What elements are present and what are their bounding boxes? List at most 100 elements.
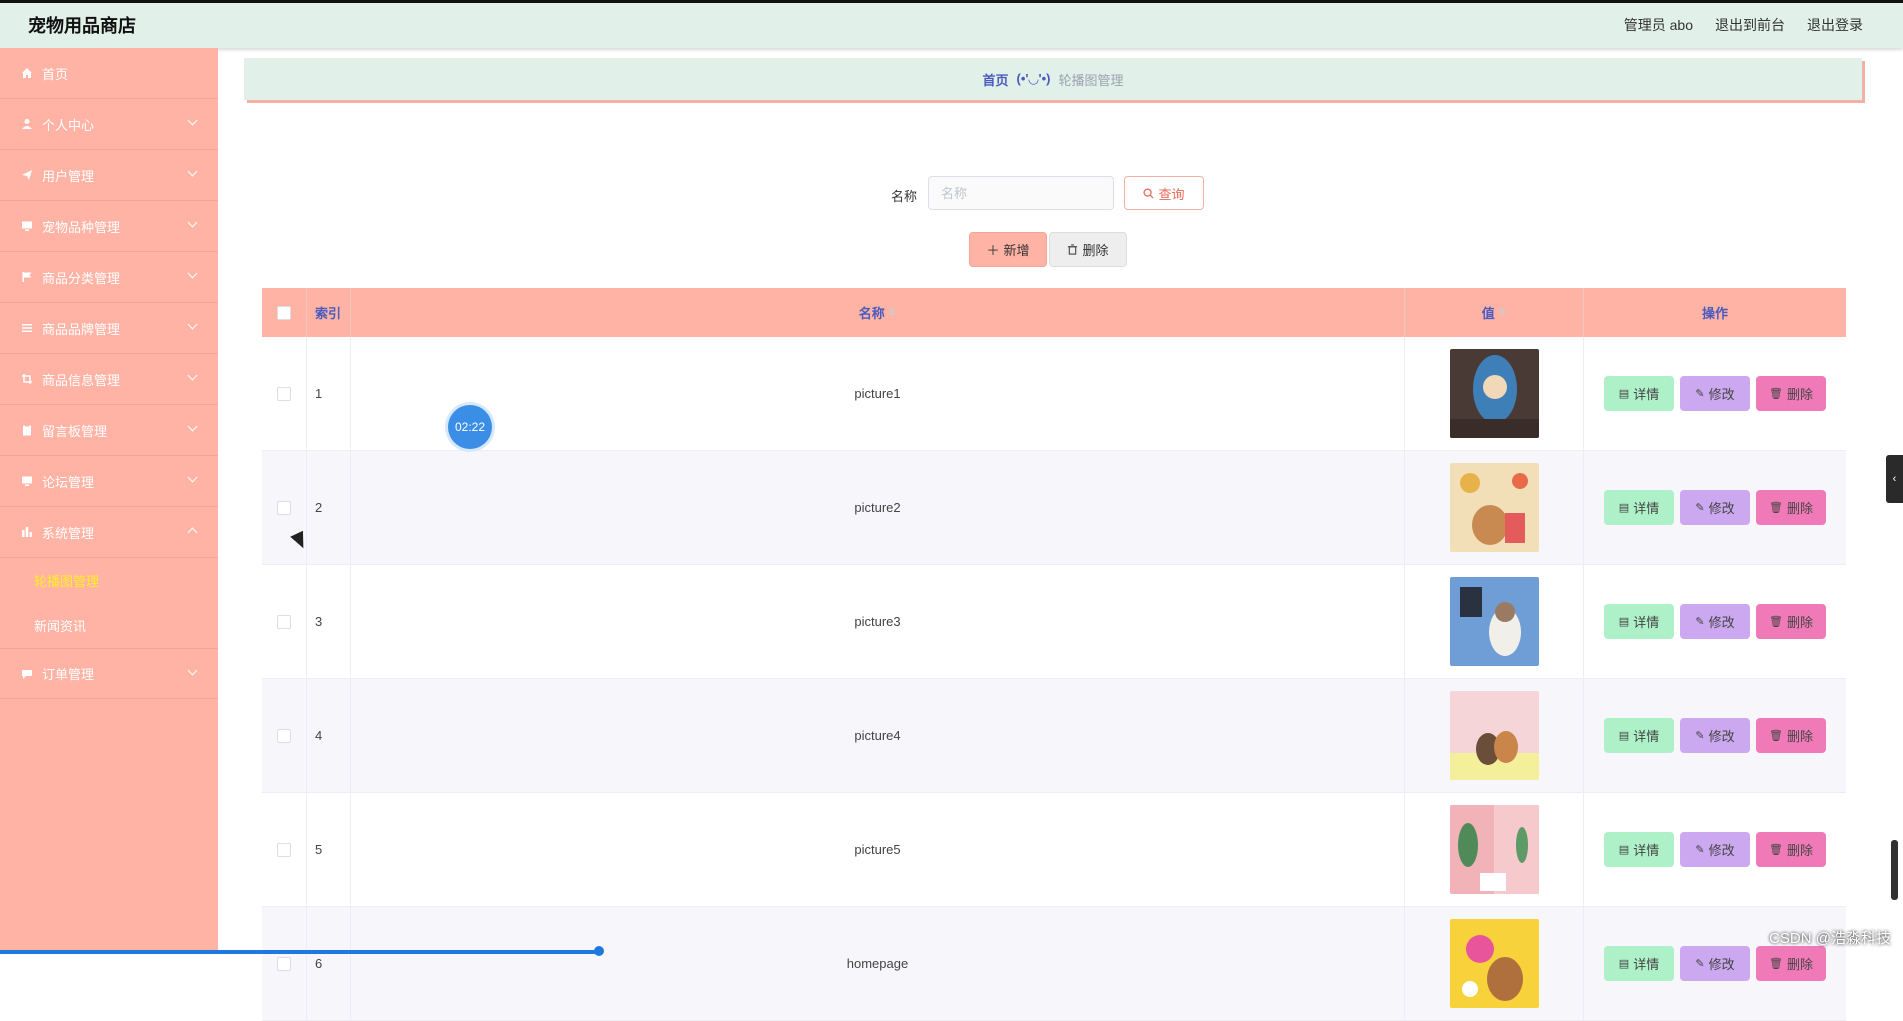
header-name-label: 名称 <box>858 306 885 321</box>
table-row: 4 picture4 ▤ 详情 ✎ 修改 🗑 删除 <box>262 679 1846 793</box>
delete-label: 删除 <box>1786 387 1813 402</box>
sidebar-item-system[interactable]: 系统管理 <box>0 507 218 558</box>
delete-label: 删除 <box>1786 501 1813 516</box>
table-row: 6 homepage ▤ 详情 ✎ 修改 🗑 删除 <box>262 907 1846 1021</box>
sort-icon[interactable]: ⇅ <box>889 307 897 318</box>
edit-label: 修改 <box>1708 501 1735 516</box>
user-icon <box>20 117 34 131</box>
edit-button[interactable]: ✎ 修改 <box>1680 946 1750 981</box>
detail-button[interactable]: ▤ 详情 <box>1604 376 1674 411</box>
header-value[interactable]: 值 ⇅ <box>1405 288 1584 337</box>
add-button-label: 新增 <box>1003 243 1030 258</box>
sidebar-item-forum[interactable]: 论坛管理 <box>0 456 218 507</box>
delete-button[interactable]: 🗑 删除 <box>1756 376 1826 411</box>
row-ops: ▤ 详情 ✎ 修改 🗑 删除 <box>1584 793 1846 906</box>
row-name: picture3 <box>351 565 1405 678</box>
row-checkbox[interactable] <box>277 842 291 857</box>
delete-button[interactable]: 🗑 删除 <box>1756 718 1826 753</box>
recording-timer: 02:22 <box>448 405 492 449</box>
edit-button[interactable]: ✎ 修改 <box>1680 832 1750 867</box>
batch-delete-label: 删除 <box>1082 243 1109 258</box>
sidebar-subitem-news[interactable]: 新闻资讯 <box>0 603 218 648</box>
row-index: 3 <box>307 565 351 678</box>
row-name: picture1 <box>351 337 1405 450</box>
sidebar-item-categories[interactable]: 商品分类管理 <box>0 252 218 303</box>
detail-button[interactable]: ▤ 详情 <box>1604 604 1674 639</box>
header-ops-label: 操作 <box>1701 306 1728 321</box>
chevron-down-icon <box>187 166 198 177</box>
row-checkbox[interactable] <box>277 614 291 629</box>
detail-button[interactable]: ▤ 详情 <box>1604 718 1674 753</box>
row-checkbox[interactable] <box>277 956 291 971</box>
sidebar-item-label: 商品品牌管理 <box>42 321 121 337</box>
vertical-scrollbar[interactable] <box>1891 840 1898 900</box>
home-icon <box>20 66 34 80</box>
breadcrumb-current: 轮播图管理 <box>1058 72 1124 88</box>
sidebar-item-profile[interactable]: 个人中心 <box>0 99 218 150</box>
edit-button[interactable]: ✎ 修改 <box>1680 718 1750 753</box>
row-index: 4 <box>307 679 351 792</box>
edit-button[interactable]: ✎ 修改 <box>1680 604 1750 639</box>
row-ops: ▤ 详情 ✎ 修改 🗑 删除 <box>1584 451 1846 564</box>
row-checkbox[interactable] <box>277 386 291 401</box>
document-icon: ▤ <box>1618 958 1630 970</box>
sidebar-item-orders[interactable]: 订单管理 <box>0 648 218 699</box>
header-name[interactable]: 名称 ⇅ <box>351 288 1405 337</box>
select-all-checkbox[interactable] <box>277 305 291 320</box>
edit-button[interactable]: ✎ 修改 <box>1680 376 1750 411</box>
sidebar-item-products[interactable]: 商品信息管理 <box>0 354 218 405</box>
search-form: 名称 查询 <box>244 176 1862 212</box>
sidebar-item-pet-breeds[interactable]: 宠物品种管理 <box>0 201 218 252</box>
delete-button[interactable]: 🗑 删除 <box>1756 946 1826 981</box>
delete-button[interactable]: 🗑 删除 <box>1756 604 1826 639</box>
header-value-label: 值 <box>1481 306 1495 321</box>
back-to-front-link[interactable]: 退出到前台 <box>1715 15 1785 35</box>
sidebar-item-users[interactable]: 用户管理 <box>0 150 218 201</box>
crop-icon <box>20 372 34 386</box>
breadcrumb: 首页 (•'◡'•) 轮播图管理 <box>244 58 1862 100</box>
delete-label: 删除 <box>1786 615 1813 630</box>
detail-button[interactable]: ▤ 详情 <box>1604 490 1674 525</box>
edit-icon: ✎ <box>1695 730 1705 742</box>
row-checkbox[interactable] <box>277 728 291 743</box>
video-progress-handle[interactable] <box>594 946 604 956</box>
sidebar-item-label: 商品信息管理 <box>42 372 121 388</box>
detail-button[interactable]: ▤ 详情 <box>1604 832 1674 867</box>
row-value <box>1405 565 1584 678</box>
video-progress-bar[interactable] <box>0 950 600 954</box>
chevron-down-icon <box>187 472 198 483</box>
monitor-icon <box>20 219 34 233</box>
row-checkbox[interactable] <box>277 500 291 515</box>
row-ops: ▤ 详情 ✎ 修改 🗑 删除 <box>1584 679 1846 792</box>
chart-icon <box>20 525 34 539</box>
detail-button[interactable]: ▤ 详情 <box>1604 946 1674 981</box>
row-name: picture2 <box>351 451 1405 564</box>
row-name: picture4 <box>351 679 1405 792</box>
monitor-icon <box>20 474 34 488</box>
delete-button[interactable]: 🗑 删除 <box>1756 832 1826 867</box>
batch-delete-button[interactable]: 删除 <box>1049 232 1127 267</box>
collapse-panel-tab[interactable]: ‹ <box>1886 455 1903 503</box>
app-title: 宠物用品商店 <box>28 16 136 36</box>
sidebar-subitem-carousel[interactable]: 轮播图管理 <box>0 558 218 603</box>
search-input[interactable] <box>928 176 1114 210</box>
add-button[interactable]: ＋ 新增 <box>969 232 1047 267</box>
trash-icon <box>1068 244 1078 255</box>
row-index: 2 <box>307 451 351 564</box>
sidebar-item-home[interactable]: 首页 <box>0 48 218 99</box>
top-bar: 宠物用品商店 管理员 abo 退出到前台 退出登录 <box>0 0 1903 48</box>
top-links: 管理员 abo 退出到前台 退出登录 <box>1624 15 1863 35</box>
sidebar-item-brands[interactable]: 商品品牌管理 <box>0 303 218 354</box>
sidebar-item-label: 系统管理 <box>42 525 95 541</box>
trash-icon: 🗑 <box>1769 388 1783 400</box>
sort-icon[interactable]: ⇅ <box>1499 307 1507 318</box>
search-button[interactable]: 查询 <box>1124 176 1204 210</box>
logout-link[interactable]: 退出登录 <box>1807 15 1863 35</box>
delete-button[interactable]: 🗑 删除 <box>1756 490 1826 525</box>
edit-button[interactable]: ✎ 修改 <box>1680 490 1750 525</box>
sidebar-item-messages[interactable]: 留言板管理 <box>0 405 218 456</box>
carousel-thumbnail <box>1449 919 1539 1008</box>
sidebar: 首页 个人中心 用户管理 宠物品种管理 商品分类管理 商品品牌管理 商品信息管理… <box>0 48 218 954</box>
breadcrumb-home[interactable]: 首页 <box>983 70 1009 89</box>
send-icon <box>20 168 34 182</box>
